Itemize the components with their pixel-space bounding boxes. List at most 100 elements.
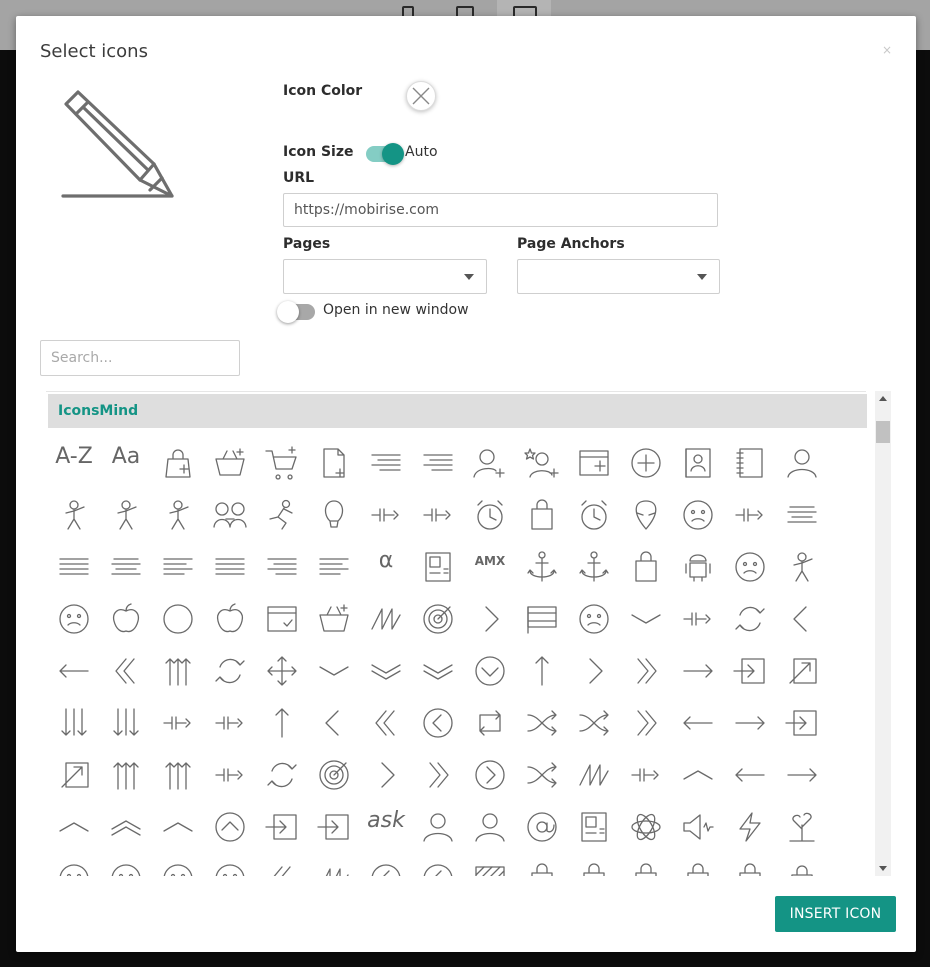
amx-icon[interactable]: AMX: [464, 541, 516, 593]
bag-2-icon[interactable]: [776, 853, 828, 876]
notebook-icon[interactable]: [724, 437, 776, 489]
bacteria-icon[interactable]: [516, 853, 568, 876]
arrow-from-icon[interactable]: [672, 645, 724, 697]
search-input[interactable]: [40, 340, 240, 376]
new-window-toggle[interactable]: [277, 301, 315, 323]
scrollbar[interactable]: [875, 391, 891, 876]
font-aa-icon[interactable]: Aa: [100, 437, 152, 489]
basket-add-icon[interactable]: [204, 437, 256, 489]
arrow-up-icon[interactable]: [48, 801, 100, 853]
arrow-left-circle-icon[interactable]: [412, 697, 464, 749]
insert-icon-button[interactable]: INSERT ICON: [775, 896, 896, 932]
arrow-down-icon[interactable]: [308, 645, 360, 697]
aligator-icon[interactable]: [724, 489, 776, 541]
shopping-bag-add-icon[interactable]: [152, 437, 204, 489]
pages-select[interactable]: [283, 259, 487, 294]
airbrush-icon[interactable]: [360, 489, 412, 541]
bag-items-icon[interactable]: [672, 853, 724, 876]
alien-2-icon[interactable]: [672, 489, 724, 541]
arrow-down-3-icon[interactable]: [412, 645, 464, 697]
arrow-loop-icon[interactable]: [464, 697, 516, 749]
align-right-icon[interactable]: [256, 541, 308, 593]
arrow-back-2-icon[interactable]: [48, 645, 100, 697]
list-indent-icon[interactable]: [412, 437, 464, 489]
baby-clothes-icon[interactable]: [48, 853, 100, 876]
arrow-turn-right-icon[interactable]: [776, 749, 828, 801]
atom-icon[interactable]: [620, 801, 672, 853]
bag-coins-icon[interactable]: [620, 853, 672, 876]
arrow-right-icon[interactable]: [360, 749, 412, 801]
android-icon[interactable]: [672, 541, 724, 593]
arrow-outside-45-icon[interactable]: [48, 749, 100, 801]
ambulance-icon[interactable]: [412, 541, 464, 593]
hot-air-balloon-icon[interactable]: [308, 489, 360, 541]
arrow-inside-45-icon[interactable]: [776, 645, 828, 697]
arrow-up-3-icon[interactable]: [152, 801, 204, 853]
user-add-icon[interactable]: [464, 437, 516, 489]
arrow-right-2-icon[interactable]: [412, 749, 464, 801]
arrow-inside-gap-icon[interactable]: [48, 697, 100, 749]
alien-icon[interactable]: [620, 489, 672, 541]
arrow-inside-gap-45-icon[interactable]: [100, 697, 152, 749]
arrow-up-circle-icon[interactable]: [204, 801, 256, 853]
align-left-icon[interactable]: [308, 541, 360, 593]
arrow-shuffle-icon[interactable]: [516, 749, 568, 801]
user-star-add-icon[interactable]: [516, 437, 568, 489]
angel-icon[interactable]: [776, 541, 828, 593]
arrow-refresh-icon[interactable]: [256, 749, 308, 801]
arrow-into-icon[interactable]: [152, 697, 204, 749]
apple-icon[interactable]: [100, 593, 152, 645]
at-sign-icon[interactable]: [516, 801, 568, 853]
arrow-inside-icon[interactable]: [724, 645, 776, 697]
arrow-x-right-icon[interactable]: [308, 801, 360, 853]
angry-face-icon[interactable]: [48, 593, 100, 645]
argentina-flag-icon[interactable]: [516, 593, 568, 645]
file-add-icon[interactable]: [308, 437, 360, 489]
aries-icon[interactable]: [568, 593, 620, 645]
text-a-z-icon[interactable]: A-Z: [48, 437, 100, 489]
apple-store-icon[interactable]: [204, 593, 256, 645]
arrow-up-2-icon[interactable]: [100, 801, 152, 853]
alarm-clock-3-icon[interactable]: [568, 489, 620, 541]
alarm-clock-icon[interactable]: [464, 489, 516, 541]
arrow-down-2-icon[interactable]: [360, 645, 412, 697]
arrow-refresh-2-icon[interactable]: [308, 749, 360, 801]
arrow-left-2-icon[interactable]: [360, 697, 412, 749]
back-music-icon[interactable]: [360, 853, 412, 876]
android-store-icon[interactable]: [620, 541, 672, 593]
aerobics-icon[interactable]: [48, 489, 100, 541]
align-center-icon[interactable]: [776, 489, 828, 541]
arrow-down-circle-icon[interactable]: [464, 645, 516, 697]
arrow-back-icon[interactable]: [776, 593, 828, 645]
scrollbar-thumb[interactable]: [876, 421, 890, 443]
aerobics-3-icon[interactable]: [152, 489, 204, 541]
add-circle-icon[interactable]: [620, 437, 672, 489]
archery-bow-icon[interactable]: [464, 593, 516, 645]
arrow-to-icon[interactable]: [672, 749, 724, 801]
astronaut-icon[interactable]: [464, 801, 516, 853]
army-key-icon[interactable]: [672, 593, 724, 645]
arrow-left-icon[interactable]: [308, 697, 360, 749]
arrow-forward-icon[interactable]: [568, 645, 620, 697]
approved-window-icon[interactable]: [256, 593, 308, 645]
archery-target-icon[interactable]: [412, 593, 464, 645]
audio-icon[interactable]: [672, 801, 724, 853]
icon-color-picker[interactable]: [406, 81, 436, 111]
arrow-join-icon[interactable]: [204, 697, 256, 749]
align-justify-right-icon[interactable]: [204, 541, 256, 593]
running-man-icon[interactable]: [256, 489, 308, 541]
arrow-outright-icon[interactable]: [724, 697, 776, 749]
assistant-icon[interactable]: [412, 801, 464, 853]
ask-icon[interactable]: ask: [360, 801, 412, 853]
arrow-through-icon[interactable]: [620, 749, 672, 801]
aerobics-2-icon[interactable]: [100, 489, 152, 541]
aries-2-icon[interactable]: [620, 593, 672, 645]
arrow-squiggly-icon[interactable]: [568, 749, 620, 801]
apple-bite-icon[interactable]: [152, 593, 204, 645]
arrow-forward-2-icon[interactable]: [620, 645, 672, 697]
page-anchors-select[interactable]: [517, 259, 720, 294]
alarm-clock-2-icon[interactable]: [516, 489, 568, 541]
align-justify-all-icon[interactable]: [48, 541, 100, 593]
autumn-icon[interactable]: [776, 801, 828, 853]
arrow-outside-gap-45-icon[interactable]: [152, 749, 204, 801]
